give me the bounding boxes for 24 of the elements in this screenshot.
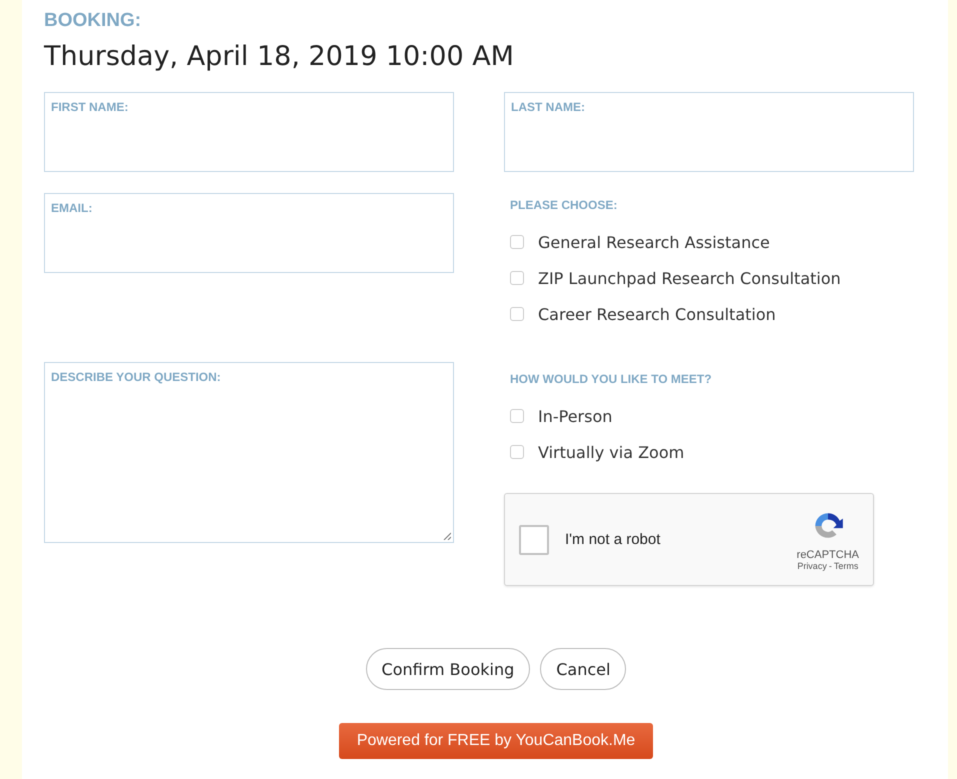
form-button[interactable]: Confirm Booking bbox=[366, 648, 530, 690]
captcha-label: I'm not a robot bbox=[565, 531, 662, 548]
link-separator: - bbox=[828, 560, 832, 570]
powered-by-link[interactable]: Powered for FREE by YouCanBook.Me bbox=[338, 723, 654, 759]
terms-link[interactable]: Terms bbox=[834, 560, 858, 570]
captcha-checkbox[interactable] bbox=[519, 524, 549, 554]
checkbox[interactable] bbox=[510, 409, 524, 423]
resize-grip-icon[interactable] bbox=[443, 532, 451, 540]
option-label[interactable]: ZIP Launchpad Research Consultation bbox=[538, 268, 841, 288]
option-label[interactable]: In-Person bbox=[538, 406, 612, 426]
checkbox[interactable] bbox=[510, 307, 524, 321]
group-heading: PLEASE CHOOSE: bbox=[510, 198, 618, 212]
privacy-link[interactable]: Privacy bbox=[797, 560, 827, 570]
captcha-brand: reCAPTCHA bbox=[796, 548, 859, 560]
checkbox[interactable] bbox=[510, 445, 524, 459]
booking-label: BOOKING: bbox=[44, 9, 142, 33]
booking-datetime: Thursday, April 18, 2019 10:00 AM bbox=[44, 40, 515, 74]
checkbox[interactable] bbox=[510, 271, 524, 285]
option-label[interactable]: Career Research Consultation bbox=[538, 304, 776, 324]
group-heading: HOW WOULD YOU LIKE TO MEET? bbox=[510, 372, 713, 386]
option-label[interactable]: Virtually via Zoom bbox=[538, 442, 684, 462]
option-label[interactable]: General Research Assistance bbox=[538, 232, 770, 252]
checkbox[interactable] bbox=[510, 235, 524, 249]
form-button[interactable]: Cancel bbox=[540, 648, 626, 690]
